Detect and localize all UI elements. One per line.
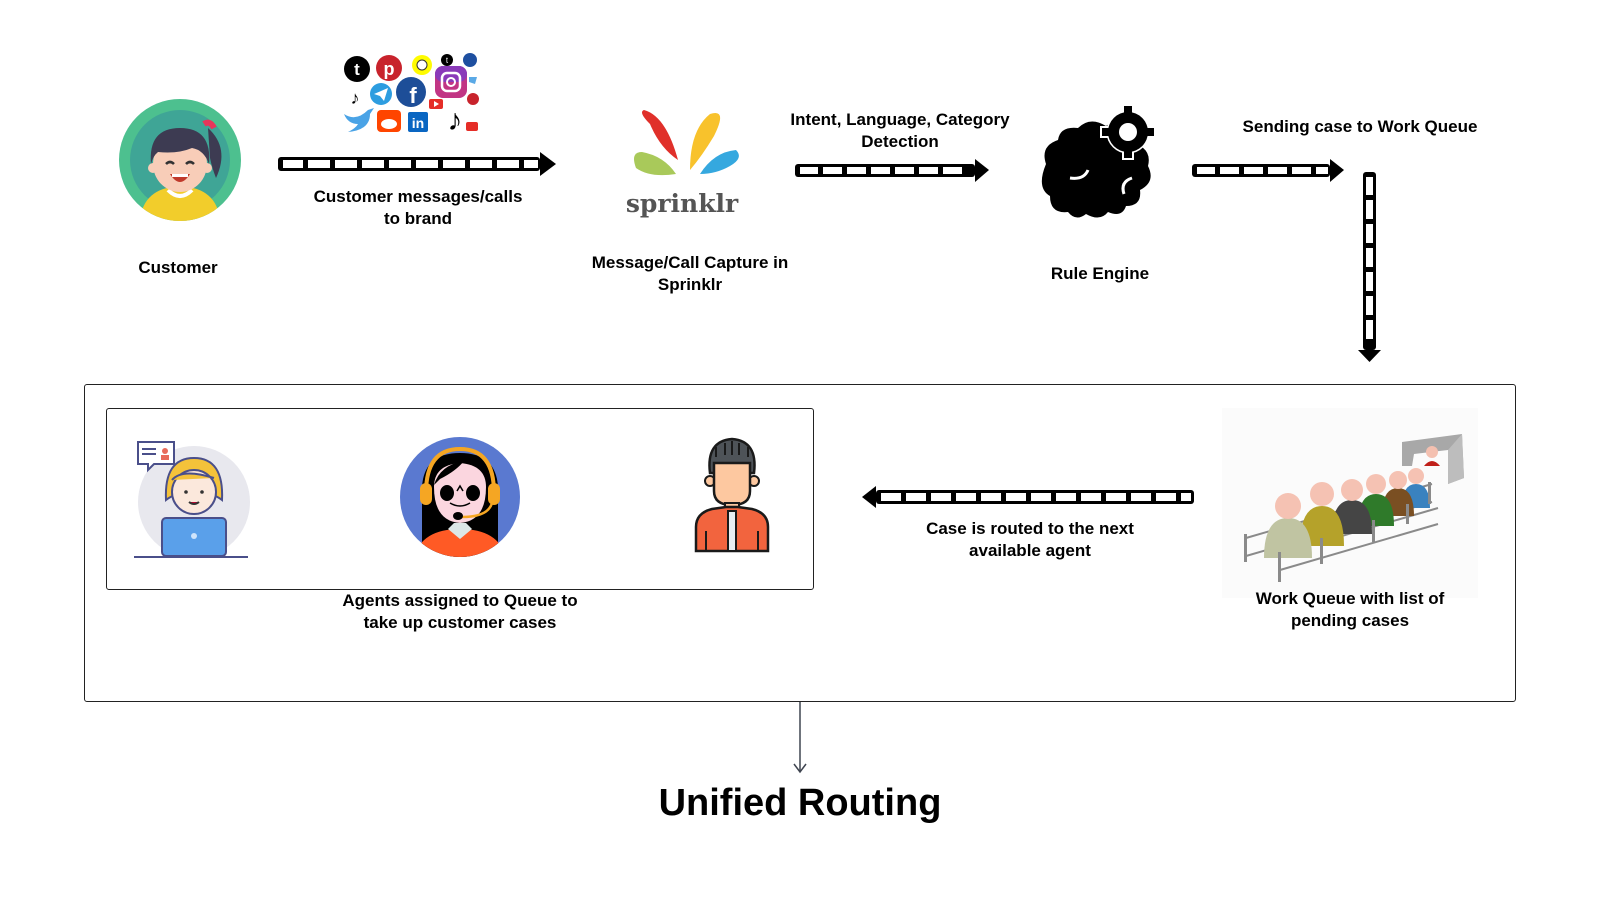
svg-text:♪: ♪ bbox=[448, 104, 463, 137]
work-queue-label-line1: Work Queue with list of bbox=[1255, 589, 1445, 608]
edge-label-rule-to-queue: Sending case to Work Queue bbox=[1220, 116, 1500, 138]
customer-label: Customer bbox=[138, 258, 218, 277]
work-queue-label-line2: pending cases bbox=[1290, 611, 1410, 630]
sprinklr-label: Message/Call Capture in Sprinklr bbox=[560, 252, 820, 296]
svg-text:t: t bbox=[354, 60, 360, 79]
agent-headset-icon bbox=[400, 437, 520, 557]
agent-laptop-icon bbox=[134, 441, 250, 558]
svg-text:♪: ♪ bbox=[351, 88, 360, 108]
edge-label-queue-to-agent: Case is routed to the next available age… bbox=[900, 518, 1160, 562]
edge-label-line1: Case is routed to the next bbox=[926, 519, 1134, 538]
agents-label-line2: take up customer cases bbox=[363, 613, 557, 632]
edge-label-sprinklr-to-rule: Intent, Language, Category Detection bbox=[770, 109, 1030, 153]
edge-label-line2: to brand bbox=[384, 209, 452, 228]
sprinklr-logo-icon: sprinklr bbox=[626, 110, 739, 218]
connector-arrow-to-title bbox=[793, 702, 807, 774]
sprinklr-logo-text: sprinklr bbox=[626, 189, 739, 218]
agent-male-icon bbox=[694, 437, 770, 553]
work-queue-label: Work Queue with list of pending cases bbox=[1200, 588, 1500, 632]
arrow-customer-to-sprinklr bbox=[278, 152, 556, 176]
edge-label-line1: Sending case to Work Queue bbox=[1242, 117, 1478, 136]
edge-label-line1: Customer messages/calls bbox=[313, 187, 523, 206]
sprinklr-label-line2: Sprinklr bbox=[657, 275, 723, 294]
agents-label-line1: Agents assigned to Queue to bbox=[342, 591, 578, 610]
svg-text:f: f bbox=[409, 83, 417, 108]
edge-label-line1: Intent, Language, Category bbox=[790, 110, 1010, 129]
edge-label-customer-to-sprinklr: Customer messages/calls to brand bbox=[288, 186, 548, 230]
arrow-rule-to-queue-vertical bbox=[1358, 172, 1381, 362]
social-media-logos-icon: t p t ♪ f in ♪ bbox=[344, 53, 479, 137]
arrow-rule-to-queue-horizontal bbox=[1192, 159, 1344, 182]
edge-label-line2: available agent bbox=[969, 541, 1091, 560]
diagram-title: Unified Routing bbox=[658, 782, 942, 824]
agents-label: Agents assigned to Queue to take up cust… bbox=[300, 590, 620, 634]
queue-people-icon bbox=[1222, 408, 1478, 598]
sprinklr-label-line1: Message/Call Capture in bbox=[591, 253, 789, 272]
brain-gear-icon bbox=[1041, 104, 1156, 218]
customer-avatar-icon bbox=[119, 99, 241, 221]
arrow-sprinklr-to-rule bbox=[795, 159, 989, 182]
rule-engine-label: Rule Engine bbox=[1050, 264, 1150, 283]
edge-label-line2: Detection bbox=[861, 132, 939, 151]
svg-text:p: p bbox=[384, 59, 395, 79]
svg-text:in: in bbox=[412, 115, 424, 131]
arrow-queue-to-agent bbox=[862, 486, 1194, 508]
